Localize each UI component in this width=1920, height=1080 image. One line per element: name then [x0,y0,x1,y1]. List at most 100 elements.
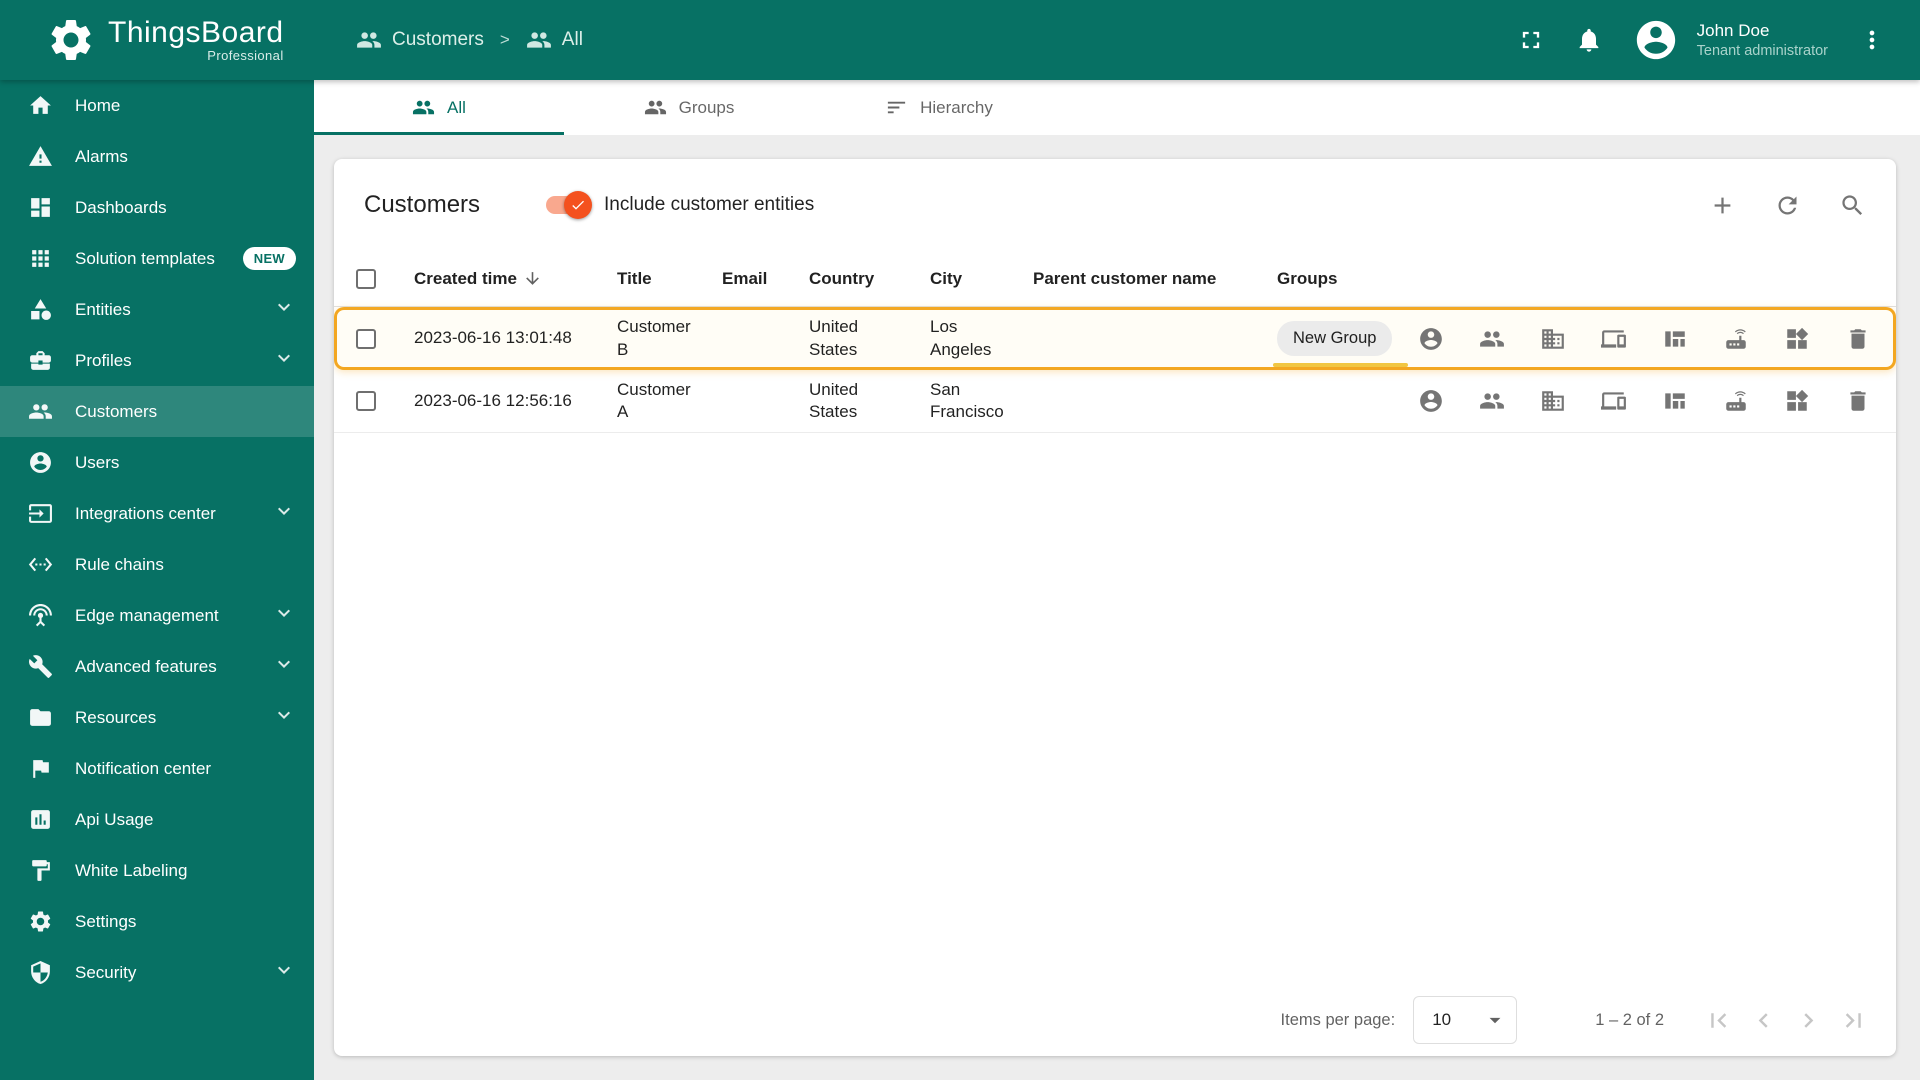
solution-templates-icon [28,246,53,271]
tab-all[interactable]: All [314,80,564,135]
manage-assets-button[interactable] [1540,388,1566,414]
include-customer-entities-toggle[interactable] [546,191,593,219]
notifications-button[interactable] [1575,26,1603,54]
api-usage-icon [28,807,53,832]
avatar[interactable] [1633,17,1679,63]
manage-dashboards-icon [1784,326,1810,352]
sidebar-item-alarms[interactable]: Alarms [0,131,314,182]
sidebar: Home Alarms Dashboards Solution template… [0,80,314,1080]
refresh-button[interactable] [1774,192,1801,219]
sidebar-item-advanced-features[interactable]: Advanced features [0,641,314,692]
brand-title: ThingsBoard [108,15,284,49]
table-row-customer-a[interactable]: 2023-06-16 12:56:16 Customer A United St… [334,370,1896,433]
group-chip[interactable]: New Group [1272,320,1409,368]
sort-descending-icon [523,269,542,288]
delete-button[interactable] [1845,388,1871,414]
manage-customers-button[interactable] [1479,388,1505,414]
sidebar-item-profiles[interactable]: Profiles [0,335,314,386]
chevron-down-icon [272,346,296,375]
user-menu-button[interactable] [1858,26,1886,54]
breadcrumb-customers[interactable]: Customers [356,27,484,53]
manage-entity-views-icon [1662,326,1688,352]
sidebar-item-solution-templates[interactable]: Solution templates NEW [0,233,314,284]
items-per-page-select[interactable]: 10 [1413,996,1518,1044]
column-header-country[interactable]: Country [793,269,914,289]
first-page-button[interactable] [1704,1006,1733,1035]
users-icon [28,450,53,475]
pager-controls [1704,1006,1868,1035]
sidebar-item-security[interactable]: Security [0,947,314,998]
sidebar-item-settings[interactable]: Settings [0,896,314,947]
last-page-button[interactable] [1839,1006,1868,1035]
manage-users-button[interactable] [1418,326,1444,352]
delete-icon [1845,388,1871,414]
manage-assets-icon [1540,326,1566,352]
tab-groups[interactable]: Groups [564,80,814,135]
select-all-checkbox[interactable] [356,268,376,289]
page-background: Customers Include customer entities Crea… [314,135,1920,1080]
manage-assets-button[interactable] [1540,326,1566,352]
thingsboard-logo-icon [46,15,96,65]
column-header-email[interactable]: Email [706,269,793,289]
fullscreen-button[interactable] [1517,26,1545,54]
manage-dashboards-button[interactable] [1784,388,1810,414]
main-content: All Groups Hierarchy Customers Include c… [314,0,1920,1080]
sidebar-item-entities[interactable]: Entities [0,284,314,335]
sidebar-item-resources[interactable]: Resources [0,692,314,743]
search-button[interactable] [1839,192,1866,219]
breadcrumb-all[interactable]: All [526,27,583,53]
toggle-label: Include customer entities [604,194,815,215]
sidebar-item-notification-center[interactable]: Notification center [0,743,314,794]
manage-entity-views-button[interactable] [1662,388,1688,414]
manage-devices-button[interactable] [1601,326,1627,352]
user-role: Tenant administrator [1696,42,1828,59]
page-title: Customers [364,191,481,218]
next-page-button[interactable] [1794,1006,1823,1035]
delete-button[interactable] [1845,326,1871,352]
manage-entity-views-button[interactable] [1662,326,1688,352]
tab-hierarchy[interactable]: Hierarchy [814,80,1064,135]
sidebar-item-customers[interactable]: Customers [0,386,314,437]
chevron-down-icon [272,652,296,681]
manage-customers-button[interactable] [1479,326,1505,352]
sidebar-item-edge-management[interactable]: Edge management [0,590,314,641]
sidebar-item-users[interactable]: Users [0,437,314,488]
parent-customer-cell [1017,393,1261,409]
add-customer-button[interactable] [1709,192,1736,219]
sidebar-item-home[interactable]: Home [0,80,314,131]
check-icon [570,197,586,213]
breadcrumb-label: Customers [392,29,484,50]
sidebar-item-api-usage[interactable]: Api Usage [0,794,314,845]
column-header-title[interactable]: Title [601,269,706,289]
last-page-icon [1839,1006,1868,1035]
column-header-city[interactable]: City [914,269,1017,289]
manage-users-button[interactable] [1418,388,1444,414]
manage-dashboards-button[interactable] [1784,326,1810,352]
manage-edges-button[interactable] [1723,388,1749,414]
sidebar-item-dashboards[interactable]: Dashboards [0,182,314,233]
column-header-parent-customer-name[interactable]: Parent customer name [1017,269,1261,289]
row-checkbox[interactable] [356,328,376,349]
avatar-icon [1633,17,1679,63]
row-checkbox[interactable] [356,391,376,411]
app-logo[interactable]: ThingsBoard Professional [0,15,314,65]
people-icon [412,96,435,119]
notifications-bell-icon [1575,26,1603,54]
city-cell: San Francisco [930,379,1004,421]
sidebar-item-integrations-center[interactable]: Integrations center [0,488,314,539]
table-row-customer-b[interactable]: 2023-06-16 13:01:48 Customer B United St… [334,307,1896,370]
entities-icon [28,297,53,322]
column-header-groups[interactable]: Groups [1261,269,1418,289]
email-cell [706,393,793,409]
more-vertical-icon [1858,26,1886,54]
brand-subtitle: Professional [207,48,284,64]
manage-customers-icon [1479,326,1505,352]
sidebar-item-white-labeling[interactable]: White Labeling [0,845,314,896]
manage-assets-icon [1540,388,1566,414]
manage-edges-button[interactable] [1723,326,1749,352]
previous-page-button[interactable] [1749,1006,1778,1035]
column-header-created-time[interactable]: Created time [398,269,601,289]
manage-devices-button[interactable] [1601,388,1627,414]
sidebar-item-rule-chains[interactable]: Rule chains [0,539,314,590]
chevron-down-icon [272,295,296,324]
